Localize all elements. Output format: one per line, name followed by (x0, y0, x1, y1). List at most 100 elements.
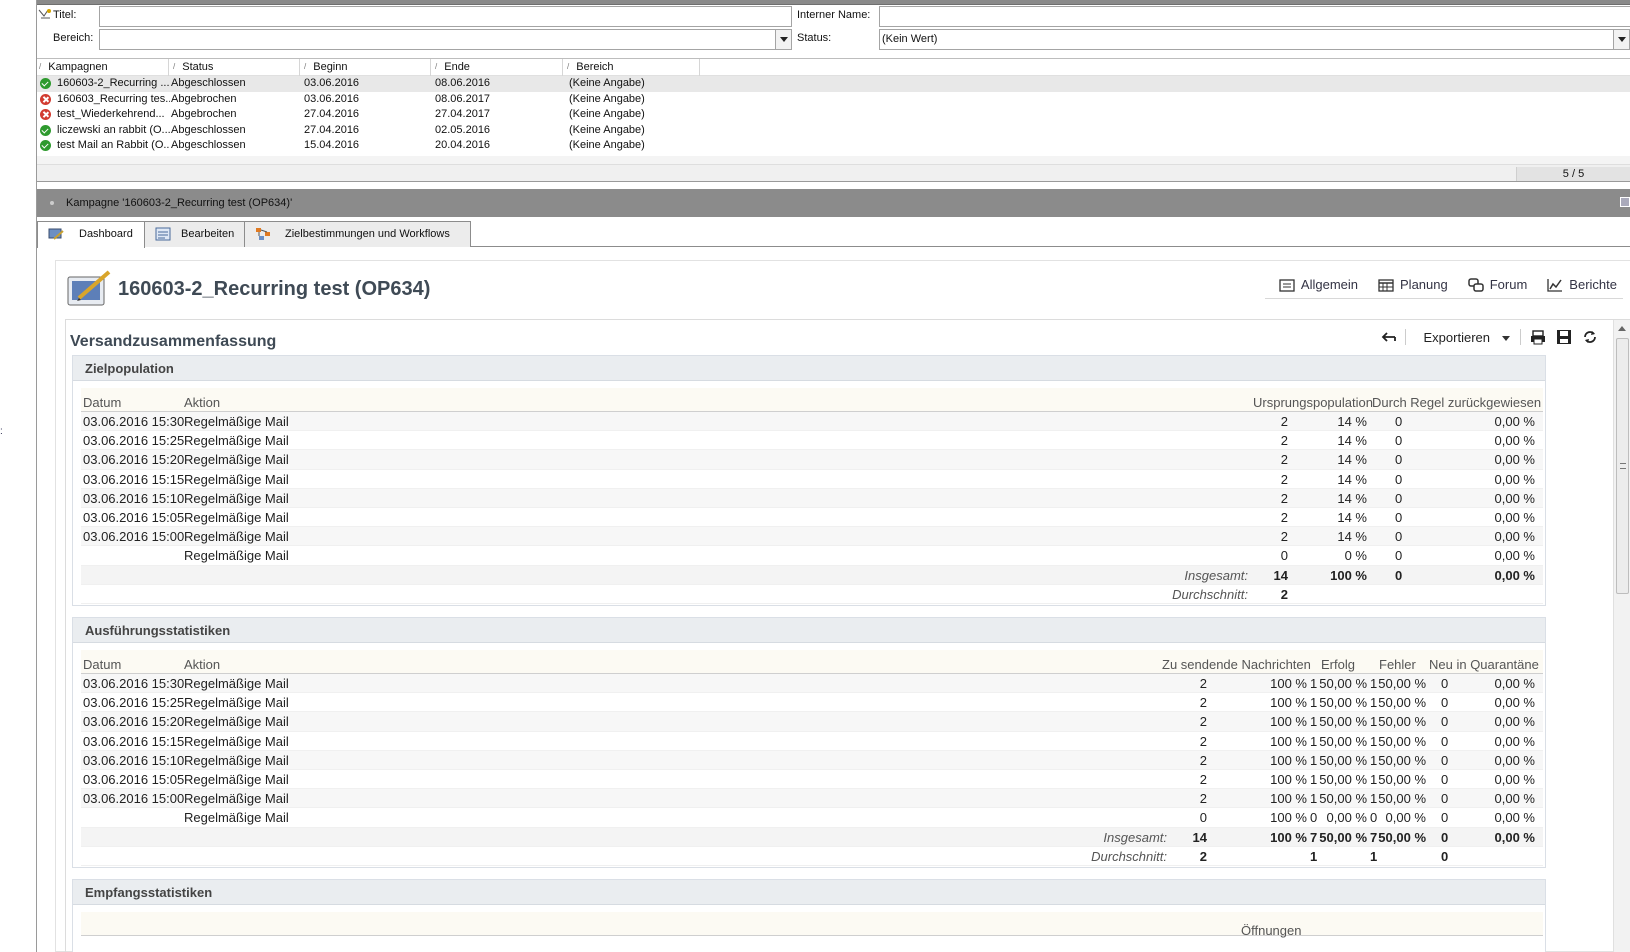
column-header-end[interactable]: / Ende (435, 61, 470, 73)
table-header: Datum Aktion Ursprungspopulation Durch R… (81, 388, 1543, 412)
campaign-end: 20.04.2016 (435, 139, 491, 152)
title-field-icon (38, 9, 51, 19)
column-header-date: Datum (83, 657, 122, 672)
status-select[interactable]: (Kein Wert) (879, 29, 1630, 50)
campaign-end: 08.06.2016 (435, 77, 491, 89)
campaign-end: 02.05.2016 (435, 123, 491, 136)
campaign-begin: 27.04.2016 (304, 108, 360, 121)
area-select[interactable] (99, 29, 792, 50)
table-row[interactable]: 160603-2_Recurring ... Abgeschlossen 03.… (37, 76, 1630, 92)
campaign-list-rows: 160603-2_Recurring ... Abgeschlossen 03.… (37, 76, 1630, 156)
table-row: 03.06.2016 15:20 Regelmäßige Mail 2 14 % 0 0,… (81, 450, 1543, 470)
column-header-begin[interactable]: / Beginn (304, 61, 348, 73)
edit-form-icon (155, 227, 171, 241)
campaign-detail-title: Kampagne '160603-2_Recurring test (OP634… (66, 197, 293, 209)
table-row: 03.06.2016 15:25 Regelmäßige Mail 2 100 % 1 5… (81, 693, 1543, 713)
table-row: 03.06.2016 15:30 Regelmäßige Mail 2 14 % 0 0,… (81, 412, 1543, 432)
nav-label: Allgemein (1300, 277, 1359, 292)
nav-planning[interactable]: Planung (1372, 267, 1454, 298)
campaign-end: 27.04.2017 (435, 108, 491, 121)
table-row[interactable]: 160603_Recurring tes... Abgebrochen 03.0… (37, 92, 1630, 108)
app-window: Titel: Interner Name: Bereich: Status: (… (37, 0, 1630, 952)
column-header-date: Datum (83, 395, 122, 410)
tab-dashboard[interactable]: Dashboard (37, 221, 145, 248)
section-title: Ausführungsstatistiken (73, 618, 1545, 643)
column-header-status[interactable]: / Status (173, 61, 213, 73)
campaign-area: (Keine Angabe) (569, 108, 645, 121)
table-header: Datum Aktion Zu sendende Nachrichten Erf… (81, 650, 1543, 674)
column-header-area[interactable]: / Bereich (567, 61, 614, 73)
chevron-down-icon[interactable] (775, 30, 791, 49)
execution-statistics-rows: 03.06.2016 15:30 Regelmäßige Mail 2 100 % 1 5… (81, 674, 1543, 866)
table-row: 03.06.2016 15:25 Regelmäßige Mail 2 14 % 0 0,… (81, 431, 1543, 451)
campaign-name: 160603_Recurring tes... (57, 92, 170, 105)
reception-statistics-section: Empfangsstatistiken Öffnungen (72, 879, 1546, 952)
scrollbar-thumb[interactable] (1616, 338, 1629, 594)
back-arrow-icon[interactable] (1375, 327, 1401, 347)
tab-label: Bearbeiten (181, 228, 235, 240)
tab-targeting-workflows[interactable]: Zielbestimmungen und Workflows (244, 221, 471, 247)
nav-label: Forum (1489, 277, 1528, 292)
summary-scrollbar[interactable] (1613, 320, 1630, 952)
save-icon[interactable] (1551, 327, 1577, 347)
column-header-original-population: Ursprungspopulation (1253, 395, 1373, 410)
table-row[interactable]: test Mail an Rabbit (O... Abgeschlossen … (37, 138, 1630, 154)
nav-forum[interactable]: Forum (1462, 267, 1534, 298)
campaign-area: (Keine Angabe) (569, 77, 645, 89)
campaign-area: (Keine Angabe) (569, 123, 645, 136)
tab-label: Zielbestimmungen und Workflows (285, 228, 450, 240)
execution-statistics-section: Ausführungsstatistiken Datum Aktion Zu s… (72, 617, 1546, 868)
execution-statistics-table: Datum Aktion Zu sendende Nachrichten Erf… (81, 650, 1543, 866)
nav-label: Berichte (1569, 277, 1617, 292)
column-header-campaigns[interactable]: / Kampagnen (39, 61, 108, 73)
column-header-messages-to-send: Zu sendende Nachrichten (1162, 657, 1311, 672)
campaign-detail-header: Kampagne '160603-2_Recurring test (OP634… (37, 189, 1630, 217)
restore-window-icon[interactable] (1620, 197, 1630, 207)
calendar-icon (1378, 279, 1394, 292)
column-header-action: Aktion (184, 395, 221, 410)
campaign-name: test_Wiederkehrend... (57, 108, 165, 121)
workflow-icon (256, 228, 270, 240)
export-button[interactable]: Exportieren (1410, 330, 1516, 345)
target-population-section: Zielpopulation Datum Aktion Ursprungspop… (72, 355, 1546, 606)
column-header-errors: Fehler (1379, 657, 1416, 672)
status-cancelled-icon (40, 93, 51, 105)
title-input[interactable] (99, 6, 792, 27)
status-label: Status: (797, 32, 832, 44)
refresh-icon[interactable] (1577, 327, 1603, 347)
delivery-summary: Versandzusammenfassung Exportieren Zielp… (65, 319, 1630, 952)
splitter-handle-icon[interactable]: : (0, 426, 3, 437)
print-icon[interactable] (1525, 327, 1551, 347)
area-label: Bereich: (53, 32, 94, 44)
target-population-table: Datum Aktion Ursprungspopulation Durch R… (81, 388, 1543, 604)
campaign-area: (Keine Angabe) (569, 139, 645, 152)
summary-title: Versandzusammenfassung (70, 333, 277, 350)
nav-general[interactable]: Allgemein (1273, 267, 1364, 298)
table-row[interactable]: test_Wiederkehrend... Abgebrochen 27.04.… (37, 107, 1630, 123)
table-row: 03.06.2016 15:10 Regelmäßige Mail 2 14 % 0 0,… (81, 488, 1543, 508)
toolbar-separator (1404, 329, 1406, 345)
campaign-begin: 15.04.2016 (304, 139, 360, 152)
column-header-success: Erfolg (1321, 657, 1355, 672)
campaign-name: liczewski an rabbit (O... (57, 123, 170, 136)
campaign-name: 160603-2_Recurring ... (57, 77, 170, 89)
internal-name-input[interactable] (879, 6, 1630, 27)
status-completed-icon (40, 124, 51, 136)
nav-reports[interactable]: Berichte (1541, 267, 1623, 298)
table-row: 03.06.2016 15:15 Regelmäßige Mail 2 100 % 1 5… (81, 732, 1543, 751)
campaign-dashboard-icon (67, 270, 111, 306)
table-row[interactable]: liczewski an rabbit (O... Abgeschlossen … (37, 123, 1630, 139)
campaign-begin: 27.04.2016 (304, 123, 360, 136)
scroll-up-icon[interactable] (1618, 326, 1626, 331)
tab-edit[interactable]: Bearbeiten (144, 221, 245, 247)
table-row: 03.06.2016 15:00 Regelmäßige Mail 2 14 % 0 0,… (81, 527, 1543, 547)
dashboard-nav: Allgemein Planung Forum Berichte (1264, 267, 1623, 299)
table-row: Regelmäßige Mail 0 100 % 0 0,00 % 0 0,00 % 0 0,0… (81, 808, 1543, 828)
toolbar-separator (1520, 329, 1521, 345)
table-row: 03.06.2016 15:20 Regelmäßige Mail 2 100 % 1 5… (81, 712, 1543, 732)
campaign-begin: 03.06.2016 (304, 77, 360, 89)
chevron-down-icon[interactable] (1613, 30, 1629, 49)
left-panel-edge: : (0, 0, 37, 952)
chart-icon (1547, 279, 1563, 292)
campaign-status: Abgeschlossen (171, 77, 246, 89)
